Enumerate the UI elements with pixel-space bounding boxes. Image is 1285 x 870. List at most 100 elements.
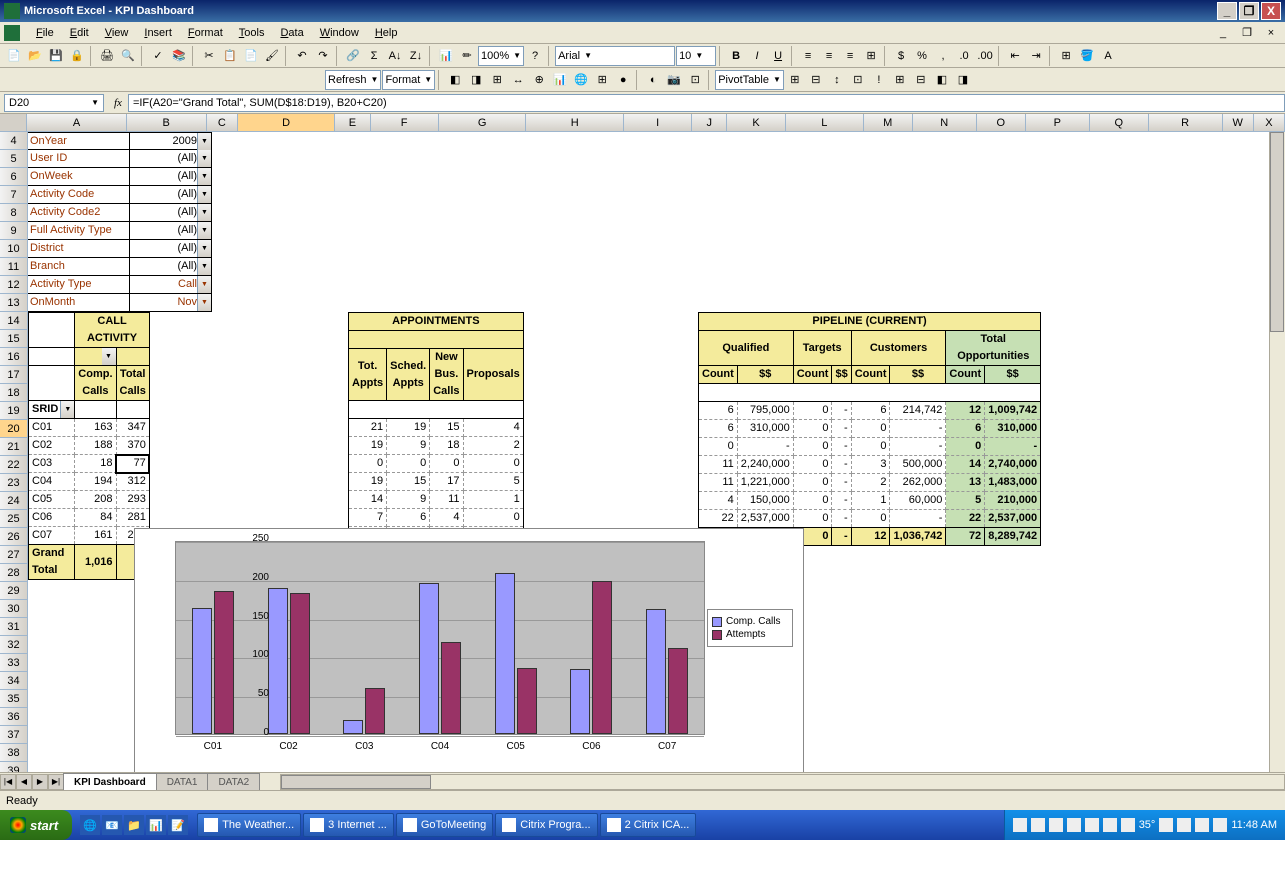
row-header-11[interactable]: 11	[0, 258, 28, 276]
row-header-26[interactable]: 26	[0, 528, 28, 546]
tool-icon[interactable]: ↕	[827, 70, 847, 90]
row-header-16[interactable]: 16	[0, 348, 28, 366]
filter-value[interactable]: (All)▼	[130, 168, 212, 186]
sortasc-icon[interactable]: A↓	[385, 46, 405, 66]
filter-dropdown-icon[interactable]: ▼	[197, 222, 211, 239]
fillcolor-icon[interactable]: 🪣	[1077, 46, 1097, 66]
row-header-33[interactable]: 33	[0, 654, 28, 672]
tray-icon[interactable]	[1195, 818, 1209, 832]
align-center-icon[interactable]: ≡	[819, 46, 839, 66]
italic-icon[interactable]: I	[747, 46, 767, 66]
filter-value[interactable]: 2009▼	[130, 132, 212, 150]
drawing-icon[interactable]: ✏	[457, 46, 477, 66]
filter-value[interactable]: Nov▼	[130, 294, 212, 312]
permission-icon[interactable]: 🔒	[67, 46, 87, 66]
vertical-scrollbar[interactable]	[1269, 132, 1285, 772]
quicklaunch-icon[interactable]: 📁	[124, 815, 144, 835]
autosum-icon[interactable]: Σ	[364, 46, 384, 66]
tray-icon[interactable]	[1031, 818, 1045, 832]
filter-dropdown-icon[interactable]: ▼	[197, 186, 211, 203]
filter-value[interactable]: (All)▼	[130, 258, 212, 276]
col-header-O[interactable]: O	[977, 114, 1026, 131]
close-button[interactable]: X	[1261, 2, 1281, 20]
name-box[interactable]: D20▼	[4, 94, 104, 112]
tray-icon[interactable]	[1121, 818, 1135, 832]
formula-input[interactable]	[128, 94, 1285, 112]
col-header-E[interactable]: E	[335, 114, 370, 131]
col-header-R[interactable]: R	[1149, 114, 1223, 131]
tool-icon[interactable]: ●	[613, 70, 633, 90]
format-button[interactable]: Format▼	[382, 70, 435, 90]
row-header-22[interactable]: 22	[0, 456, 28, 474]
align-right-icon[interactable]: ≡	[840, 46, 860, 66]
row-header-9[interactable]: 9	[0, 222, 28, 240]
help-icon[interactable]: ?	[525, 46, 545, 66]
filter-dropdown-icon[interactable]: ▼	[197, 168, 211, 185]
start-button[interactable]: start	[0, 810, 72, 840]
tray-icon[interactable]	[1067, 818, 1081, 832]
filter-dropdown-icon[interactable]: ▼	[197, 133, 211, 150]
filter-dropdown-icon[interactable]: ▼	[197, 294, 211, 311]
pivottable-button[interactable]: PivotTable▼	[715, 70, 784, 90]
row-header-12[interactable]: 12	[0, 276, 28, 294]
tool-icon[interactable]: ⊡	[685, 70, 705, 90]
row-header-21[interactable]: 21	[0, 438, 28, 456]
tray-icon[interactable]	[1213, 818, 1227, 832]
align-left-icon[interactable]: ≡	[798, 46, 818, 66]
filter-dropdown-icon[interactable]: ▼	[197, 240, 211, 257]
tool-icon[interactable]: 🌐	[571, 70, 591, 90]
tool-icon[interactable]: 📊	[550, 70, 570, 90]
col-header-H[interactable]: H	[526, 114, 623, 131]
sheet-tab[interactable]: KPI Dashboard	[63, 773, 157, 790]
row-header-8[interactable]: 8	[0, 204, 28, 222]
row-header-6[interactable]: 6	[0, 168, 28, 186]
menu-view[interactable]: View	[97, 25, 137, 41]
menu-format[interactable]: Format	[180, 25, 231, 41]
row-header-27[interactable]: 27	[0, 546, 28, 564]
comma-icon[interactable]: ,	[933, 46, 953, 66]
row-header-13[interactable]: 13	[0, 294, 28, 312]
col-header-M[interactable]: M	[864, 114, 913, 131]
row-header-20[interactable]: 20	[0, 420, 28, 438]
row-header-36[interactable]: 36	[0, 708, 28, 726]
col-header-N[interactable]: N	[913, 114, 977, 131]
row-header-32[interactable]: 32	[0, 636, 28, 654]
filter-dropdown-icon[interactable]: ▼	[197, 150, 211, 167]
col-header-Q[interactable]: Q	[1090, 114, 1149, 131]
currency-icon[interactable]: $	[891, 46, 911, 66]
sheet-nav-last[interactable]: ▶|	[48, 774, 64, 790]
fx-label[interactable]: fx	[114, 97, 122, 109]
doc-close-button[interactable]: ×	[1261, 23, 1281, 43]
tool-icon[interactable]: ⊡	[848, 70, 868, 90]
tool-icon[interactable]: ◧	[932, 70, 952, 90]
paste-icon[interactable]: 📄	[241, 46, 261, 66]
srid-dropdown-icon[interactable]: ▼	[60, 401, 74, 418]
filter-value[interactable]: (All)▼	[130, 186, 212, 204]
tray-icon[interactable]	[1159, 818, 1173, 832]
tool-icon[interactable]: ⊞	[785, 70, 805, 90]
sheet-tab[interactable]: DATA1	[156, 773, 209, 790]
increase-decimal-icon[interactable]: .0	[954, 46, 974, 66]
quicklaunch-icon[interactable]: 🌐	[80, 815, 100, 835]
filter-dropdown-icon[interactable]: ▼	[197, 204, 211, 221]
doc-minimize-button[interactable]: _	[1213, 23, 1233, 43]
merge-icon[interactable]: ⊞	[861, 46, 881, 66]
row-header-15[interactable]: 15	[0, 330, 28, 348]
select-all-cell[interactable]	[0, 114, 27, 131]
spell-icon[interactable]: ✓	[148, 46, 168, 66]
row-header-24[interactable]: 24	[0, 492, 28, 510]
taskbar-item[interactable]: Citrix Progra...	[495, 813, 597, 837]
row-header-5[interactable]: 5	[0, 150, 28, 168]
decrease-decimal-icon[interactable]: .00	[975, 46, 995, 66]
tool-icon[interactable]: ◨	[466, 70, 486, 90]
open-icon[interactable]: 📂	[25, 46, 45, 66]
menu-insert[interactable]: Insert	[136, 25, 180, 41]
taskbar-item[interactable]: GoToMeeting	[396, 813, 493, 837]
restore-button[interactable]: ❐	[1239, 2, 1259, 20]
underline-icon[interactable]: U	[768, 46, 788, 66]
tray-icon[interactable]	[1103, 818, 1117, 832]
spreadsheet-grid[interactable]: ABCDEFGHIJKLMNOPQRWX 4567891011121314151…	[0, 114, 1285, 790]
row-header-18[interactable]: 18	[0, 384, 28, 402]
new-icon[interactable]: 📄	[4, 46, 24, 66]
col-header-L[interactable]: L	[786, 114, 864, 131]
